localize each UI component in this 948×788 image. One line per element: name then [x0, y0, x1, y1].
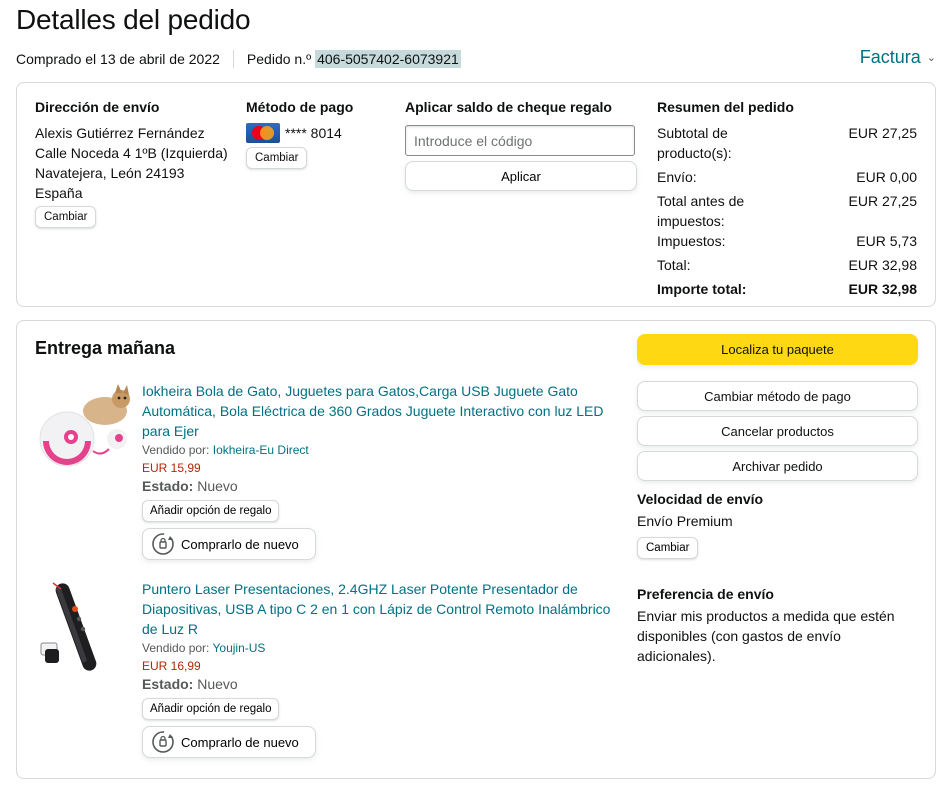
summary-row: Envío: EUR 0,00 [657, 167, 917, 187]
sold-by-label: Vendido por: [142, 443, 210, 457]
meta-divider [232, 50, 234, 68]
address-line: Alexis Gutiérrez Fernández [35, 125, 205, 141]
purchase-date: Comprado el 13 de abril de 2022 [16, 51, 220, 67]
summary-title: Resumen del pedido [657, 99, 794, 115]
buy-again-label[interactable]: Comprarlo de nuevo [181, 735, 299, 750]
sold-by: Vendido por: Iokheira-Eu Direct [142, 443, 612, 457]
shipping-title: Dirección de envío [35, 99, 160, 115]
buy-again-button[interactable]: Comprarlo de nuevo [142, 528, 316, 560]
order-number[interactable]: 406-5057402-6073921 [315, 50, 461, 68]
grand-total-row: Importe total: EUR 32,98 [657, 279, 917, 299]
product-title-link[interactable]: Puntero Laser Presentaciones, 2.4GHZ Las… [142, 579, 612, 639]
summary-label: Total antes de impuestos: [657, 193, 745, 229]
sold-by-label: Vendido por: [142, 641, 210, 655]
card-masked: **** 8014 [285, 125, 342, 141]
summary-value: EUR 27,25 [848, 125, 917, 141]
invoice-label[interactable]: Factura [860, 47, 921, 68]
order-label: Pedido n.º [246, 51, 312, 67]
product-image-laser-pointer[interactable] [35, 579, 135, 679]
summary-label: Impuestos: [657, 233, 726, 249]
summary-label: Subtotal de producto(s): [657, 125, 732, 161]
summary-value: EUR 5,73 [856, 233, 917, 249]
shipping-preference-title: Preferencia de envío [637, 586, 774, 602]
gift-code-input[interactable] [405, 125, 635, 156]
seller-link[interactable]: Iokheira-Eu Direct [213, 443, 309, 457]
buy-again-button[interactable]: Comprarlo de nuevo [142, 726, 316, 758]
seller-link[interactable]: Youjin-US [213, 641, 266, 655]
shipping-speed-value: Envío Premium [637, 513, 733, 529]
archive-order-button[interactable]: Archivar pedido [637, 451, 918, 481]
condition-label: Estado: [142, 478, 194, 494]
payment-method: **** 8014 [246, 123, 342, 143]
buy-again-icon [152, 731, 174, 753]
grand-total-label: Importe total: [657, 281, 747, 297]
item-price: EUR 16,99 [142, 659, 201, 673]
summary-row: Impuestos: EUR 5,73 [657, 231, 917, 251]
apply-gift-button[interactable]: Aplicar [405, 161, 637, 191]
summary-value: EUR 0,00 [856, 169, 917, 185]
page-title: Detalles del pedido [16, 4, 251, 35]
order-actions: Localiza tu paquete Cambiar método de pa… [637, 334, 918, 666]
summary-row: Subtotal de producto(s): EUR 27,25 [657, 123, 917, 163]
cancel-items-button[interactable]: Cancelar productos [637, 416, 918, 446]
product-image-cat-ball[interactable] [35, 381, 135, 481]
summary-label: Envío: [657, 169, 697, 185]
item-details: Puntero Laser Presentaciones, 2.4GHZ Las… [142, 579, 612, 758]
order-info-box: Dirección de envío Alexis Gutiérrez Fern… [16, 82, 936, 307]
payment-title: Método de pago [246, 99, 354, 115]
shipping-speed-title: Velocidad de envío [637, 491, 764, 507]
track-package-button[interactable]: Localiza tu paquete [637, 334, 918, 365]
grand-total-value: EUR 32,98 [848, 281, 917, 297]
shipping-address: Alexis Gutiérrez Fernández Calle Noceda … [35, 123, 228, 203]
sold-by: Vendido por: Youjin-US [142, 641, 612, 655]
delivery-box: Entrega mañana Iokheira Bola de Gato, Ju… [16, 320, 936, 779]
summary-row: Total antes de impuestos: EUR 27,25 [657, 191, 917, 231]
change-address-button[interactable]: Cambiar [35, 206, 97, 228]
summary-value: EUR 27,25 [848, 193, 917, 209]
item-condition: Estado: Nuevo [142, 478, 612, 494]
condition-label: Estado: [142, 676, 194, 692]
condition-value: Nuevo [197, 478, 238, 494]
summary-label: Total: [657, 257, 691, 273]
change-payment-button[interactable]: Cambiar [246, 147, 308, 169]
invoice-dropdown[interactable]: Factura ⌄ [860, 47, 936, 68]
change-payment-method-button[interactable]: Cambiar método de pago [637, 381, 918, 411]
order-summary: Subtotal de producto(s): EUR 27,25 Envío… [657, 123, 917, 303]
item-details: Iokheira Bola de Gato, Juguetes para Gat… [142, 381, 612, 560]
summary-row: Total: EUR 32,98 [657, 255, 917, 275]
product-title-link[interactable]: Iokheira Bola de Gato, Juguetes para Gat… [142, 381, 612, 441]
change-speed-button[interactable]: Cambiar [637, 537, 699, 559]
chevron-down-icon[interactable]: ⌄ [927, 51, 936, 64]
shipping-preference-value: Enviar mis productos a medida que estén … [637, 608, 895, 664]
item-price: EUR 15,99 [142, 461, 201, 475]
add-gift-option-button[interactable]: Añadir opción de regalo [142, 500, 280, 522]
buy-again-label[interactable]: Comprarlo de nuevo [181, 537, 299, 552]
address-line: Navatejera, León 24193 [35, 165, 185, 181]
gift-card-title: Aplicar saldo de cheque regalo [405, 99, 612, 115]
address-line: España [35, 185, 83, 201]
mastercard-icon [246, 123, 280, 143]
address-line: Calle Noceda 4 1ºB (Izquierda) [35, 145, 228, 161]
order-meta: Comprado el 13 de abril de 2022 Pedido n… [16, 50, 461, 68]
item-condition: Estado: Nuevo [142, 676, 612, 692]
add-gift-option-button[interactable]: Añadir opción de regalo [142, 698, 280, 720]
summary-value: EUR 32,98 [848, 257, 917, 273]
buy-again-icon [152, 533, 174, 555]
condition-value: Nuevo [197, 676, 238, 692]
delivery-title: Entrega mañana [35, 338, 176, 358]
